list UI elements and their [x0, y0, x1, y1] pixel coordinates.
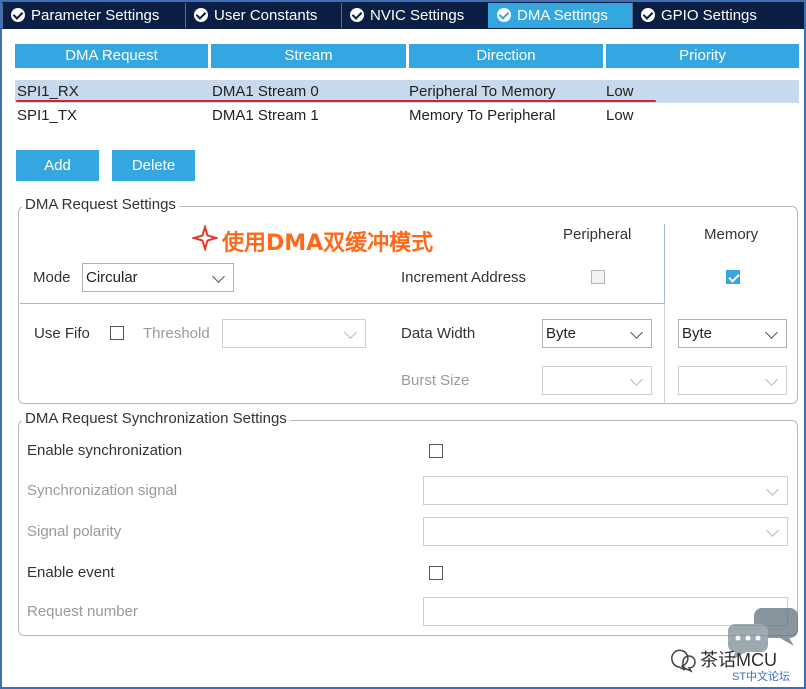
memory-data-width-select[interactable]: Byte [678, 319, 787, 348]
check-circle-icon [11, 8, 25, 22]
tab-nvic-settings[interactable]: NVIC Settings [341, 3, 488, 28]
annotation-text: 使用DMA双缓冲模式 [222, 231, 434, 256]
cell-request: SPI1_TX [17, 107, 78, 124]
request-number-label: Request number [27, 603, 138, 620]
delete-button[interactable]: Delete [112, 150, 195, 181]
check-circle-icon [497, 8, 511, 22]
peripheral-data-width-select[interactable]: Byte [542, 319, 652, 348]
use-fifo-label: Use Fifo [34, 325, 90, 342]
enable-event-label: Enable event [27, 564, 115, 581]
group-title: DMA Request Synchronization Settings [22, 410, 290, 427]
data-width-label: Data Width [401, 325, 476, 342]
peripheral-header: Peripheral [563, 226, 632, 243]
cell-stream: DMA1 Stream 1 [212, 107, 319, 124]
add-button[interactable]: Add [16, 150, 99, 181]
tab-label: DMA Settings [517, 7, 608, 24]
tab-label: GPIO Settings [661, 7, 757, 24]
tab-user-constants[interactable]: User Constants [185, 3, 341, 28]
memory-header: Memory [704, 226, 759, 243]
tab-gpio-settings[interactable]: GPIO Settings [632, 3, 804, 28]
column-header-stream[interactable]: Stream [211, 44, 406, 68]
check-circle-icon [641, 8, 655, 22]
chevron-down-icon [766, 524, 779, 537]
red-underline-annotation [16, 100, 656, 102]
check-circle-icon [194, 8, 208, 22]
memory-burst-select[interactable] [678, 366, 787, 395]
sync-signal-label: Synchronization signal [27, 482, 178, 499]
sparkle-icon [192, 225, 218, 251]
peripheral-data-width-value: Byte [546, 325, 577, 342]
check-circle-icon [350, 8, 364, 22]
divider [20, 303, 664, 304]
tab-label: User Constants [214, 7, 318, 24]
tab-dma-settings[interactable]: DMA Settings [488, 3, 632, 28]
threshold-select[interactable] [222, 319, 366, 348]
threshold-label: Threshold [143, 325, 210, 342]
tab-parameter-settings[interactable]: Parameter Settings [2, 3, 185, 28]
mode-label: Mode [33, 269, 71, 286]
group-title: DMA Request Settings [22, 196, 179, 213]
chevron-down-icon [212, 270, 225, 283]
memory-data-width-value: Byte [682, 325, 713, 342]
use-fifo-checkbox[interactable] [110, 326, 124, 340]
column-header-priority[interactable]: Priority [606, 44, 799, 68]
mode-select[interactable]: Circular [82, 263, 234, 292]
column-header-dma-request[interactable]: DMA Request [15, 44, 208, 68]
divider [664, 224, 665, 304]
tab-label: NVIC Settings [370, 7, 465, 24]
burst-size-label: Burst Size [401, 372, 470, 389]
tab-bar: Parameter Settings User Constants NVIC S… [2, 2, 804, 29]
chevron-down-icon [766, 483, 779, 496]
chevron-down-icon [630, 326, 643, 339]
cell-priority: Low [606, 107, 634, 124]
sync-signal-select[interactable] [423, 476, 788, 505]
column-header-direction[interactable]: Direction [409, 44, 603, 68]
tab-label: Parameter Settings [31, 7, 160, 24]
chevron-down-icon [630, 373, 643, 386]
enable-sync-checkbox[interactable] [429, 444, 443, 458]
signal-polarity-select[interactable] [423, 517, 788, 546]
watermark-subtext: ST中文论坛 [732, 671, 791, 683]
mode-value: Circular [86, 269, 138, 286]
peripheral-increment-checkbox[interactable] [591, 270, 605, 284]
cell-direction: Memory To Peripheral [409, 107, 556, 124]
enable-sync-label: Enable synchronization [27, 442, 183, 459]
peripheral-burst-select[interactable] [542, 366, 652, 395]
increment-address-label: Increment Address [401, 269, 527, 286]
chevron-down-icon [765, 326, 778, 339]
dma-settings-window: Parameter Settings User Constants NVIC S… [0, 0, 806, 689]
divider [664, 303, 665, 403]
chevron-down-icon [765, 373, 778, 386]
memory-increment-checkbox[interactable] [726, 270, 740, 284]
table-row[interactable]: SPI1_TX DMA1 Stream 1 Memory To Peripher… [15, 104, 799, 127]
chevron-down-icon [344, 326, 357, 339]
enable-event-checkbox[interactable] [429, 566, 443, 580]
signal-polarity-label: Signal polarity [27, 523, 122, 540]
